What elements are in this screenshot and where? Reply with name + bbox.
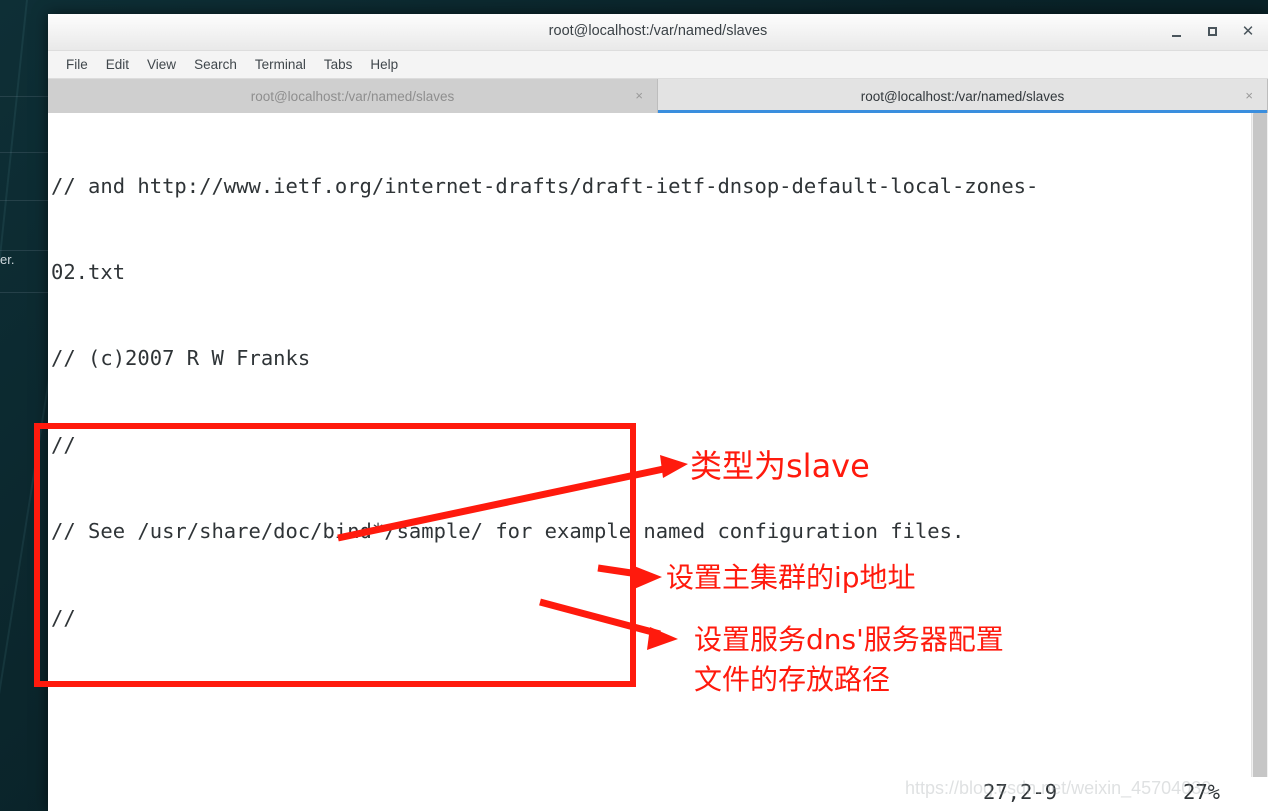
terminal-content[interactable]: // and http://www.ietf.org/internet-draf… [48, 113, 1268, 811]
close-icon[interactable]: ✕ [1238, 22, 1258, 42]
tab-label: root@localhost:/var/named/slaves [860, 88, 1065, 104]
terminal-line: // [51, 605, 76, 630]
terminal-line: // [51, 432, 76, 457]
tab-close-icon[interactable]: × [1245, 88, 1253, 103]
terminal-line: // and http://www.ietf.org/internet-draf… [51, 173, 1039, 198]
tab-terminal-2[interactable]: root@localhost:/var/named/slaves × [658, 79, 1268, 113]
window-titlebar[interactable]: root@localhost:/var/named/slaves ✕ [48, 14, 1268, 51]
desktop-streak [0, 0, 28, 380]
terminal-line: 02.txt [51, 259, 126, 284]
menu-item-view[interactable]: View [138, 51, 185, 78]
menu-item-tabs[interactable]: Tabs [315, 51, 362, 78]
terminal-text-buffer: // and http://www.ietf.org/internet-draf… [51, 114, 1246, 811]
menu-item-file[interactable]: File [57, 51, 97, 78]
menu-item-help[interactable]: Help [361, 51, 407, 78]
menu-item-edit[interactable]: Edit [97, 51, 138, 78]
minimize-icon[interactable] [1166, 22, 1186, 42]
terminal-scrollbar[interactable] [1251, 113, 1268, 811]
tab-label: root@localhost:/var/named/slaves [250, 88, 455, 104]
window-title: root@localhost:/var/named/slaves [548, 23, 768, 39]
tab-terminal-1[interactable]: root@localhost:/var/named/slaves × [48, 79, 658, 113]
cursor-position-indicator: 27,2-9 [983, 780, 1058, 804]
tab-close-icon[interactable]: × [635, 88, 643, 103]
menu-item-terminal[interactable]: Terminal [246, 51, 315, 78]
tab-bar: root@localhost:/var/named/slaves × root@… [48, 79, 1268, 113]
editor-status-line: 27,2-9 27% [48, 777, 1268, 811]
menubar: File Edit View Search Terminal Tabs Help [48, 51, 1268, 79]
terminal-window: root@localhost:/var/named/slaves ✕ File … [48, 14, 1268, 811]
scroll-percent-indicator: 27% [1183, 780, 1221, 804]
terminal-line: // See /usr/share/doc/bind*/sample/ for … [51, 519, 965, 544]
desktop-partial-text: er. [0, 252, 15, 267]
maximize-icon[interactable] [1202, 22, 1222, 42]
menu-item-search[interactable]: Search [185, 51, 246, 78]
scrollbar-thumb[interactable] [1253, 113, 1267, 793]
terminal-line: // (c)2007 R W Franks [51, 346, 311, 371]
